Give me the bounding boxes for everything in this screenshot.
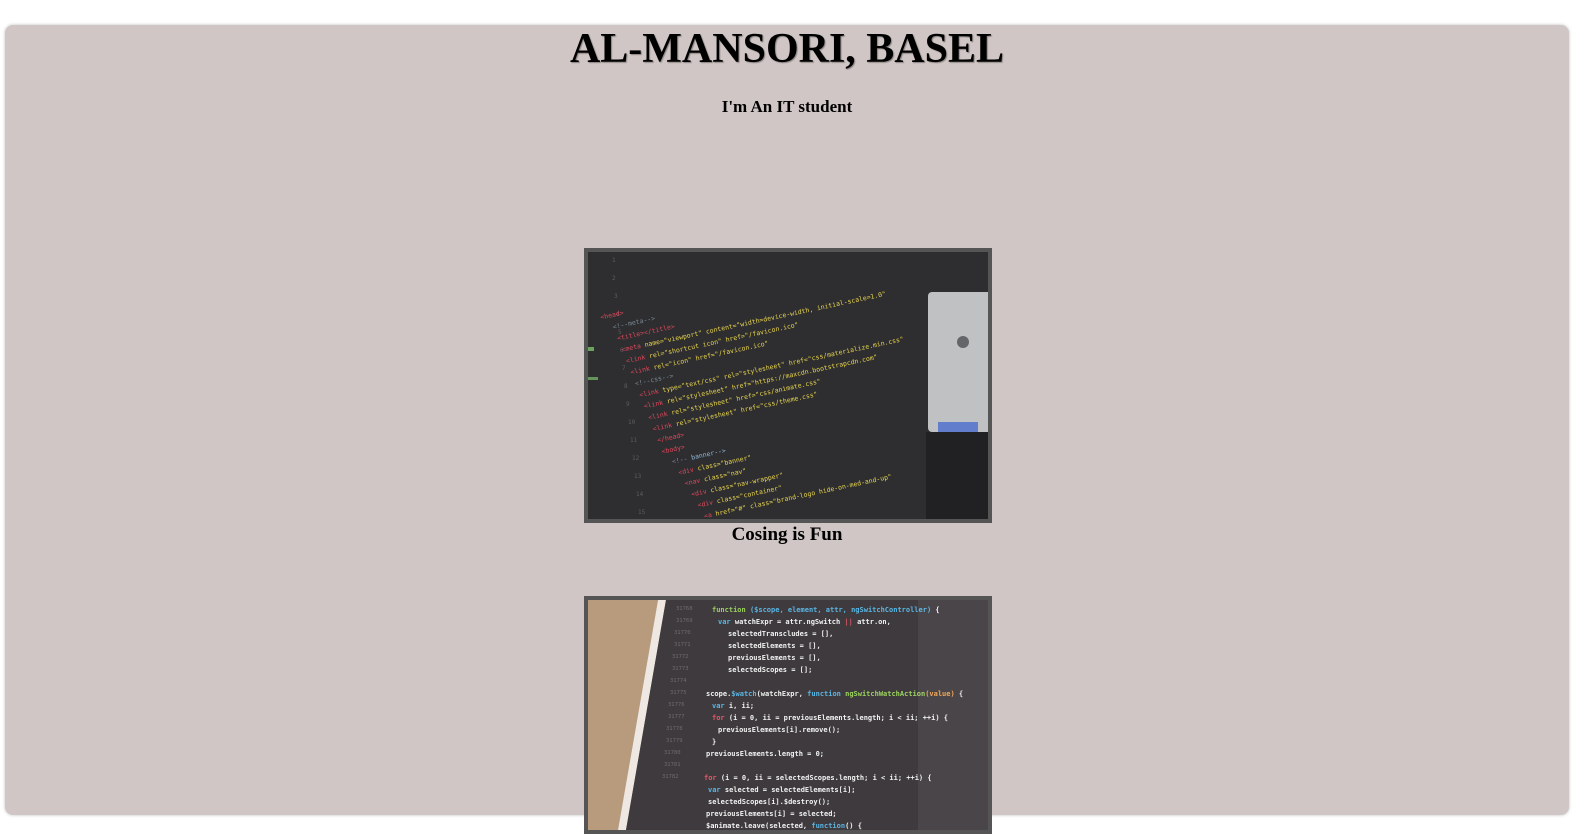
svg-text:7: 7 xyxy=(622,365,626,372)
svg-text:31782: 31782 xyxy=(662,774,679,780)
svg-text:12: 12 xyxy=(632,455,640,462)
svg-text:previousElements = [],: previousElements = [], xyxy=(728,654,821,662)
code-html-image: 123 456 789 101112 131415 <head> <!--met… xyxy=(588,252,988,519)
svg-text:31768: 31768 xyxy=(676,606,693,612)
svg-text:8: 8 xyxy=(624,383,628,390)
svg-text:31772: 31772 xyxy=(672,654,689,660)
svg-text:for (i = 0, ii = selectedScope: for (i = 0, ii = selectedScopes.length; … xyxy=(704,774,932,782)
svg-text:31781: 31781 xyxy=(664,762,681,768)
photo-1-caption: Cosing is Fun xyxy=(731,524,843,545)
main-panel: AL-MANSORI, BASEL I'm An IT student 123 … xyxy=(5,25,1569,834)
svg-text:13: 13 xyxy=(634,473,642,480)
svg-text:previousElements[i].remove();: previousElements[i].remove(); xyxy=(718,726,840,734)
page-title: AL-MANSORI, BASEL xyxy=(569,26,1005,72)
svg-text:var selected = selectedElement: var selected = selectedElements[i]; xyxy=(708,786,856,794)
svg-text:3: 3 xyxy=(614,293,618,300)
svg-text:}: } xyxy=(712,738,716,746)
svg-text:10: 10 xyxy=(628,419,636,426)
svg-text:for (i = 0, ii = previousEleme: for (i = 0, ii = previousElements.length… xyxy=(712,714,948,722)
coding-photo-2: 31768 31769 31770 31771 31772 31773 31774 317… xyxy=(584,596,992,834)
code-javascript-image: 31768 31769 31770 31771 31772 31773 31774 317… xyxy=(588,600,988,830)
svg-text:var i, ii;: var i, ii; xyxy=(712,702,754,710)
svg-text:31776: 31776 xyxy=(668,702,685,708)
svg-text:31773: 31773 xyxy=(672,666,689,672)
svg-text:selectedScopes = [];: selectedScopes = []; xyxy=(728,666,812,674)
svg-text:14: 14 xyxy=(636,491,644,498)
svg-text:function ($scope, element, att: function ($scope, element, attr, ngSwitc… xyxy=(712,606,940,614)
svg-text:31769: 31769 xyxy=(676,618,693,624)
svg-text:31771: 31771 xyxy=(674,642,691,648)
svg-text:selectedScopes[i].$destroy();: selectedScopes[i].$destroy(); xyxy=(708,798,830,806)
svg-text:31779: 31779 xyxy=(666,738,683,744)
svg-text:15: 15 xyxy=(638,509,646,516)
svg-text:31770: 31770 xyxy=(674,630,691,636)
svg-text:11: 11 xyxy=(630,437,638,444)
svg-text:selectedTranscludes = [],: selectedTranscludes = [], xyxy=(728,630,833,638)
svg-text:selectedElements = [],: selectedElements = [], xyxy=(728,642,821,650)
svg-text:var watchExpr = attr.ngSwitch: var watchExpr = attr.ngSwitch || attr.on… xyxy=(718,618,891,627)
page-subtitle: I'm An IT student xyxy=(721,97,853,116)
svg-text:previousElements.length = 0;: previousElements.length = 0; xyxy=(706,750,824,758)
svg-text:2: 2 xyxy=(612,275,616,282)
coding-photo-1: 123 456 789 10 11 12 13 14 15 <head> <!--met… xyxy=(584,248,992,523)
svg-text:9: 9 xyxy=(626,401,630,408)
svg-text:31775: 31775 xyxy=(670,690,687,696)
svg-text:31780: 31780 xyxy=(664,750,681,756)
svg-text:31774: 31774 xyxy=(670,678,687,684)
svg-text:31777: 31777 xyxy=(668,714,685,720)
svg-text:$animate.leave(selected, funct: $animate.leave(selected, function() { xyxy=(706,822,862,830)
svg-text:31778: 31778 xyxy=(666,726,683,732)
svg-text:previousElements[i] = selected: previousElements[i] = selected; xyxy=(706,810,837,818)
svg-text:1: 1 xyxy=(612,257,616,264)
